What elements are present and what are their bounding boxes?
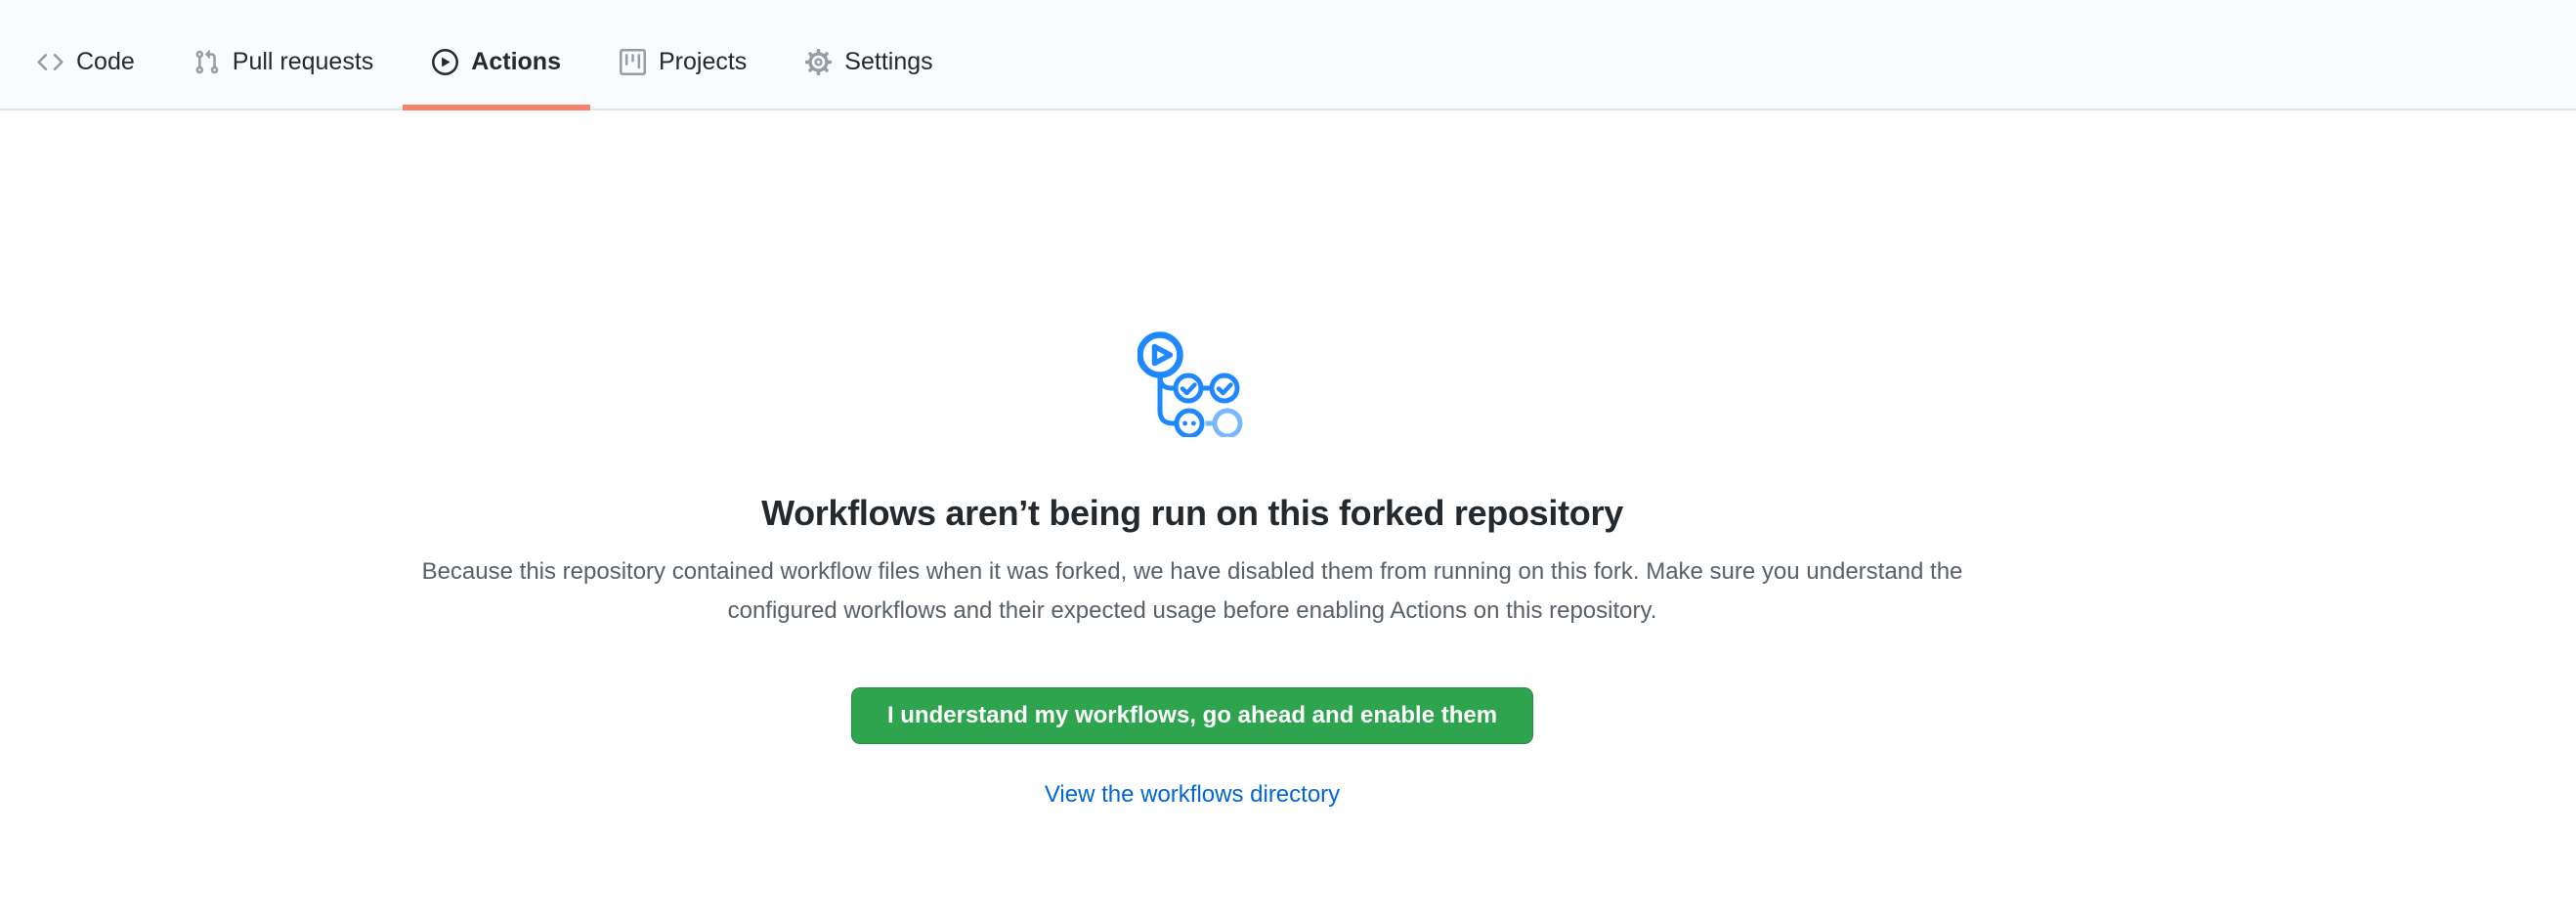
tab-code[interactable]: Code xyxy=(8,20,164,110)
workflow-graph-icon xyxy=(1138,328,1247,437)
git-pull-request-icon xyxy=(193,49,220,75)
actions-blankslate: Workflows aren’t being run on this forke… xyxy=(0,110,2384,813)
code-icon xyxy=(37,49,64,75)
tab-pull-requests[interactable]: Pull requests xyxy=(164,20,404,110)
fork-workflows-description: Because this repository contained workfl… xyxy=(406,552,1979,631)
gear-icon xyxy=(805,49,832,75)
tab-actions[interactable]: Actions xyxy=(403,20,590,110)
tab-label: Code xyxy=(76,50,135,74)
enable-workflows-button[interactable]: I understand my workflows, go ahead and … xyxy=(851,687,1533,744)
play-icon xyxy=(432,49,458,75)
workflows-directory-link[interactable]: View the workflows directory xyxy=(1045,781,1340,808)
page-title: Workflows aren’t being run on this forke… xyxy=(0,491,2384,535)
tab-label: Settings xyxy=(844,50,932,74)
tab-settings[interactable]: Settings xyxy=(776,20,962,110)
tab-label: Actions xyxy=(471,50,561,74)
project-icon xyxy=(620,49,646,75)
tab-label: Pull requests xyxy=(233,50,374,74)
tab-label: Projects xyxy=(659,50,747,74)
tab-projects[interactable]: Projects xyxy=(590,20,776,110)
repo-tab-nav: Code Pull requests Actions Projects xyxy=(0,0,2576,110)
